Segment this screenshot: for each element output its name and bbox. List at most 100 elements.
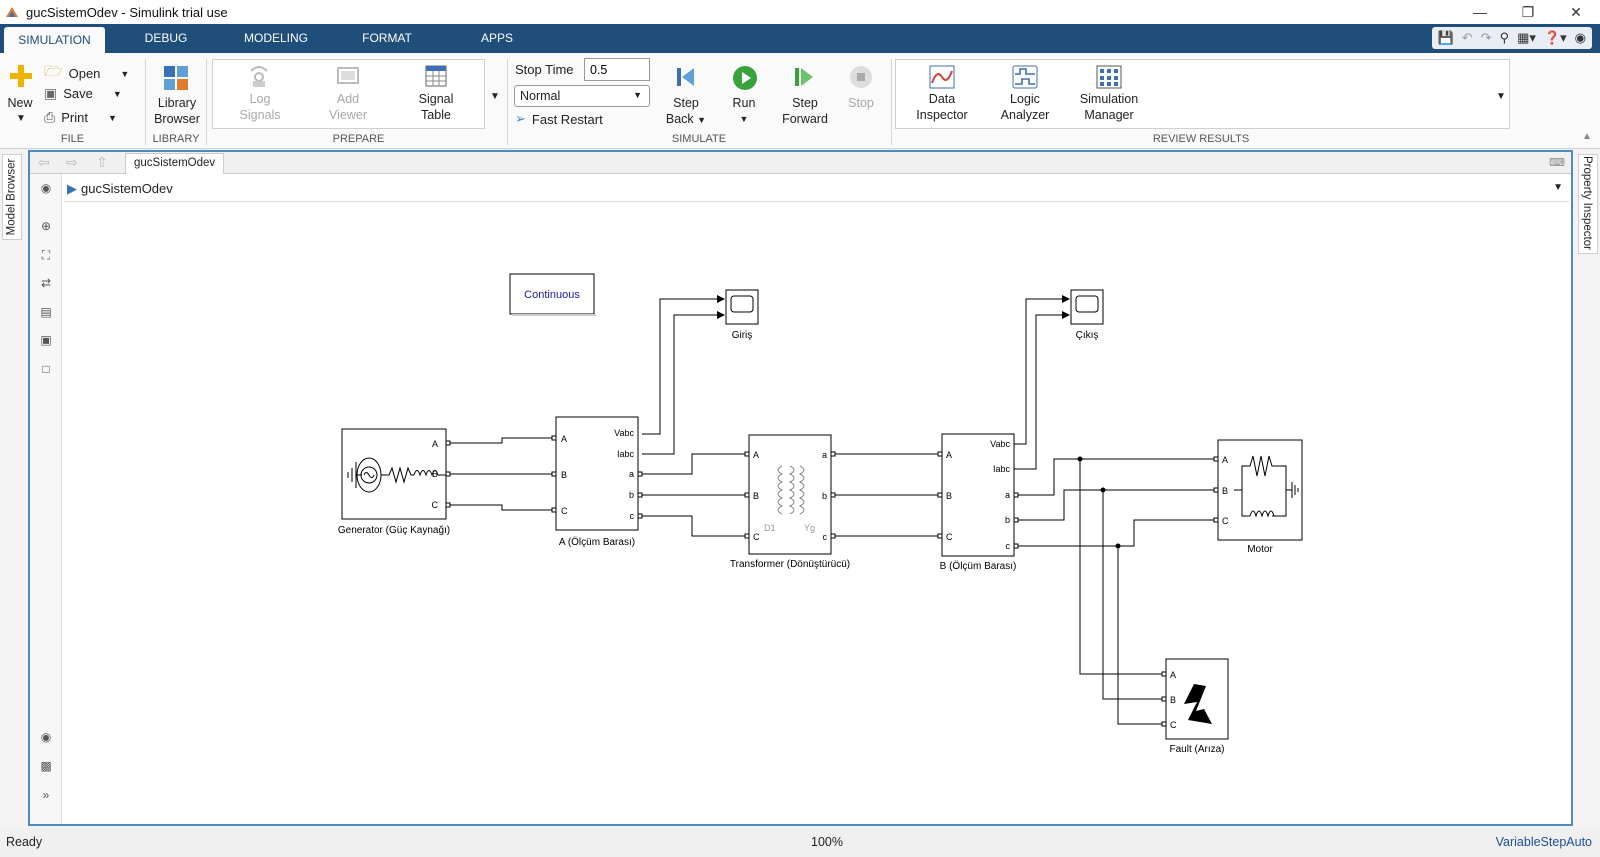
new-button[interactable]: New (5, 95, 35, 111)
collapse-toolstrip-icon[interactable]: ▲ (1580, 129, 1594, 145)
scope-giris-label: Giriş (732, 330, 753, 341)
tab-gucsistemodev[interactable]: gucSistemOdev (125, 153, 225, 174)
zoom-in-icon[interactable]: ⊕ (37, 217, 55, 235)
new-dropdown-icon[interactable]: ▼ (15, 111, 27, 127)
port-label: c (823, 532, 828, 542)
add-viewer-button[interactable]: Add Viewer (320, 91, 376, 123)
powergui-label: Continuous (524, 289, 580, 301)
port-label: A (561, 434, 567, 444)
port-label: C (1222, 516, 1229, 526)
save-icon[interactable]: 💾 (1438, 30, 1454, 46)
arrow-direction-icon[interactable]: ⇄ (37, 274, 55, 292)
section-file: FILE (60, 133, 85, 145)
port-label: C (432, 500, 439, 510)
section-review-results: REVIEW RESULTS (1152, 133, 1250, 145)
scope-cikis-block[interactable]: Çıkış (1070, 289, 1104, 341)
signal-table-button[interactable]: Signal Table (406, 91, 466, 123)
fast-restart-toggle[interactable]: ➢ Fast Restart (515, 111, 603, 127)
keyboard-icon[interactable]: ⌨ (1549, 156, 1565, 169)
prepare-expand-icon[interactable]: ▼ (488, 89, 502, 105)
quick-access-toolbar: 💾 ↶ ↷ ⚲ ▦▾ ❓▾ ◉ (1431, 27, 1592, 49)
print-label: Print (61, 110, 88, 125)
find-icon[interactable]: ▦▾ (1517, 30, 1536, 46)
scope-giris-block[interactable]: Giriş (725, 289, 759, 341)
step-forward-icon (795, 68, 813, 86)
tab-debug[interactable]: DEBUG (128, 24, 204, 53)
simulation-mode-select[interactable]: Normal ▼ (514, 85, 650, 107)
minimize-icon[interactable]: — (1456, 0, 1504, 24)
model-canvas[interactable]: Continuous A B C Generator (Güç Kaynağı)… (64, 204, 1569, 824)
port-label: C (753, 532, 760, 542)
forward-arrow-icon[interactable]: ⇨ (66, 154, 78, 171)
measurement-a-block[interactable]: A B C Vabc Iabc a b c A (Ölçüm Barası) (551, 416, 643, 548)
save-button[interactable]: ▣ Save ▼ (44, 85, 122, 102)
transformer-label: Transformer (Dönüştürücü) (730, 559, 850, 570)
model-browser-tab[interactable]: Model Browser (2, 154, 22, 240)
screenshot-icon[interactable]: ◉ (37, 728, 55, 746)
port-label: B (1222, 486, 1228, 496)
powergui-block[interactable]: Continuous (509, 273, 596, 316)
step-forward-button[interactable]: Step Forward (777, 95, 833, 127)
solver-link[interactable]: VariableStepAuto (1496, 835, 1592, 849)
close-icon[interactable]: ✕ (1552, 0, 1600, 24)
run-button[interactable]: Run ▼ (724, 95, 764, 127)
property-inspector-tab[interactable]: Property Inspector (1578, 154, 1598, 254)
port-label: a (629, 469, 634, 479)
toolstrip: New ▼ 🗁 Open ▼ ▣ Save ▼ ⎙ Print ▼ FILE L… (0, 53, 1600, 149)
back-arrow-icon[interactable]: ⇦ (38, 154, 50, 171)
property-icon[interactable]: ▩ (37, 757, 55, 775)
logic-analyzer-label-1: Logic (1010, 92, 1040, 106)
folder-icon: 🗁 (44, 63, 63, 80)
port-label: c (630, 511, 635, 521)
simulation-manager-button[interactable]: Simulation Manager (1070, 91, 1148, 123)
library-browser-button[interactable]: Library Browser (150, 95, 204, 127)
area-icon[interactable]: □ (37, 360, 55, 378)
print-button[interactable]: ⎙ Print ▼ (44, 109, 117, 126)
window-title: gucSistemOdev - Simulink trial use (26, 4, 228, 20)
log-signals-button[interactable]: Log Signals (232, 91, 288, 123)
transformer-block[interactable]: A B C a b c D1 Yg Transformer (Dönüştürü… (730, 434, 850, 570)
hide-show-browser-icon[interactable]: ◉ (37, 179, 55, 197)
port-label: b (629, 490, 634, 500)
open-button[interactable]: 🗁 Open ▼ (44, 61, 129, 86)
log-signals-icon (250, 66, 268, 87)
expand-palette-icon[interactable]: » (37, 786, 55, 804)
breadcrumb[interactable]: gucSistemOdev (81, 181, 173, 196)
scope-cikis-label: Çıkış (1076, 330, 1099, 341)
port-label: B (561, 470, 567, 480)
motor-block[interactable]: A B C Motor (1213, 439, 1303, 555)
tab-modeling[interactable]: MODELING (230, 24, 322, 53)
tab-apps[interactable]: APPS (460, 24, 534, 53)
step-back-button[interactable]: Step Back ▼ (662, 95, 710, 128)
data-inspector-label-2: Inspector (916, 108, 968, 122)
model-editor: ⇦ ⇨ ⇧ gucSistemOdev ⌨ ◉ ⊕ ⛶ ⇄ ▤ ▣ □ ◉ ▩ … (28, 150, 1573, 826)
logic-analyzer-button[interactable]: Logic Analyzer (992, 91, 1058, 123)
collapse-ribbon-icon[interactable]: ◉ (1575, 30, 1586, 46)
data-inspector-button[interactable]: Data Inspector (910, 91, 974, 123)
image-icon[interactable]: ▣ (37, 331, 55, 349)
left-side-strip: Model Browser (0, 150, 26, 826)
redo-icon[interactable]: ↷ (1481, 30, 1492, 46)
chevron-down-icon[interactable]: ▼ (1553, 182, 1563, 193)
tab-simulation[interactable]: SIMULATION (4, 27, 105, 53)
review-expand-icon[interactable]: ▼ (1494, 89, 1508, 105)
annotation-icon[interactable]: ▤ (37, 303, 55, 321)
library-browser-icon[interactable] (163, 65, 189, 91)
up-arrow-icon[interactable]: ⇧ (96, 154, 108, 171)
new-icon[interactable] (8, 63, 34, 89)
chevron-down-icon: ▼ (633, 90, 642, 100)
search-icon[interactable]: ⚲ (1500, 30, 1510, 46)
undo-icon[interactable]: ↶ (1462, 30, 1473, 46)
stop-button[interactable]: Stop (842, 95, 880, 111)
simulation-manager-label-2: Manager (1084, 108, 1134, 122)
fault-block[interactable]: A B C Fault (Arıza) (1161, 658, 1229, 755)
generator-block[interactable]: A B C Generator (Güç Kaynağı) (338, 428, 451, 536)
restore-icon[interactable]: ❐ (1504, 0, 1552, 24)
tab-format[interactable]: FORMAT (348, 24, 426, 53)
stop-time-input[interactable] (584, 58, 650, 81)
help-icon[interactable]: ❓▾ (1544, 30, 1567, 46)
measurement-b-block[interactable]: A B C Vabc Iabc a b c B (Ölçüm Barası) (937, 433, 1019, 572)
section-simulate: SIMULATE (671, 133, 727, 145)
fit-to-view-icon[interactable]: ⛶ (37, 246, 55, 264)
step-back-label-2: Back (665, 112, 694, 126)
